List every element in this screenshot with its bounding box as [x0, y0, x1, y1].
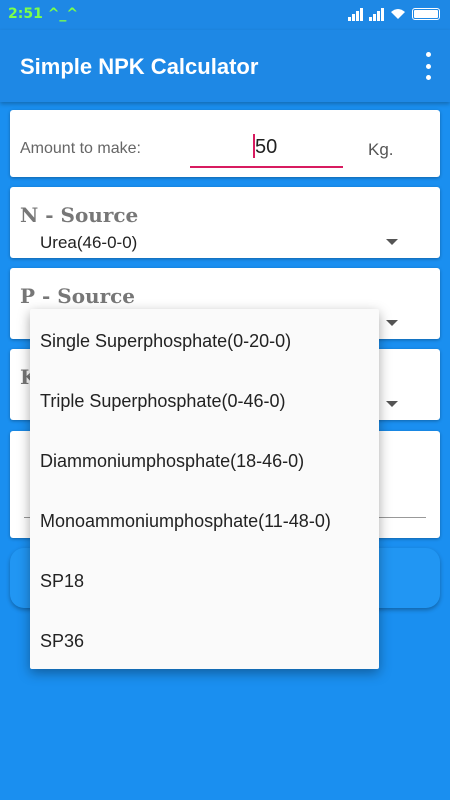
dropdown-arrow-icon[interactable]: [386, 401, 398, 407]
status-icons: [348, 7, 440, 21]
amount-value: 50: [255, 136, 278, 158]
battery-icon: [412, 8, 440, 20]
dropdown-item[interactable]: SP36: [40, 631, 84, 652]
signal-icon-2: [369, 7, 384, 21]
dropdown-item[interactable]: SP18: [40, 571, 84, 592]
wifi-icon: [391, 9, 405, 19]
p-source-dropdown: Single Superphosphate(0-20-0) Triple Sup…: [30, 309, 379, 669]
dropdown-item[interactable]: Monoammoniumphosphate(11-48-0): [40, 511, 331, 532]
dropdown-item[interactable]: Diammoniumphosphate(18-46-0): [40, 451, 304, 472]
dropdown-arrow-icon[interactable]: [386, 239, 398, 245]
dropdown-item[interactable]: Single Superphosphate(0-20-0): [40, 331, 291, 352]
amount-card: Amount to make: 50 Kg.: [10, 110, 440, 177]
amount-input[interactable]: 50: [190, 132, 343, 168]
amount-label: Amount to make:: [20, 140, 141, 157]
p-source-title: P - Source: [20, 284, 136, 308]
app-title: Simple NPK Calculator: [20, 54, 259, 79]
overflow-menu-icon[interactable]: [420, 52, 436, 80]
app-bar: Simple NPK Calculator: [0, 30, 450, 102]
n-source-card: N - Source Urea(46-0-0): [10, 187, 440, 258]
unit-label: Kg.: [368, 140, 394, 159]
status-time: 2:51 ^_^: [8, 6, 79, 22]
dropdown-arrow-icon[interactable]: [386, 320, 398, 326]
n-source-title: N - Source: [20, 203, 139, 227]
signal-icon: [348, 7, 363, 21]
status-bar: 2:51 ^_^: [0, 0, 450, 30]
dropdown-item[interactable]: Triple Superphosphate(0-46-0): [40, 391, 285, 412]
n-source-spinner[interactable]: Urea(46-0-0): [40, 233, 137, 253]
